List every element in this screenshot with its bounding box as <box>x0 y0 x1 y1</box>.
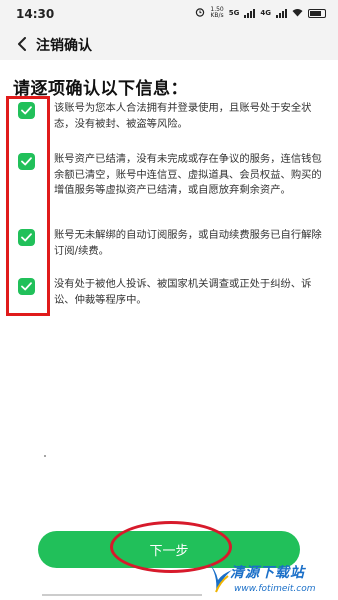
signal-label-2: 4G <box>260 9 271 17</box>
back-arrow-icon[interactable] <box>12 34 32 54</box>
battery-icon <box>308 8 326 18</box>
divider-dot <box>44 455 46 457</box>
network-speed: 1.50 KB/s <box>210 7 223 19</box>
signal-bars-2-icon <box>276 8 287 18</box>
alarm-icon <box>195 7 205 19</box>
watermark-url: www.fotimeit.com <box>234 584 316 594</box>
watermark: 清源下载站 www.fotimeit.com <box>204 560 338 600</box>
checklist-item-text: 账号资产已结清，没有未完成或存在争议的服务，连信钱包余额已清空，账号中连信豆、虚… <box>54 153 322 196</box>
status-icons: 1.50 KB/s 5G 4G <box>195 7 326 19</box>
checklist-item[interactable]: 账号资产已结清，没有未完成或存在争议的服务，连信钱包余额已清空，账号中连信豆、虚… <box>18 152 328 199</box>
checklist-item[interactable]: 没有处于被他人投诉、被国家机关调查或正处于纠纷、诉讼、仲裁等程序中。 <box>18 277 328 308</box>
checklist-item[interactable]: 账号无未解绑的自动订阅服务，或自动续费服务已自行解除订阅/续费。 <box>18 228 328 259</box>
checklist-item[interactable]: 该账号为您本人合法拥有并登录使用，且账号处于安全状态，没有被封、被盗等风险。 <box>18 101 328 132</box>
page-title: 注销确认 <box>36 38 92 54</box>
wifi-icon <box>292 8 303 19</box>
signal-label: 5G <box>228 9 240 17</box>
checklist-item-text: 该账号为您本人合法拥有并登录使用，且账号处于安全状态，没有被封、被盗等风险。 <box>54 102 312 130</box>
signal-bars-icon <box>244 8 256 18</box>
watermark-title: 清源下载站 <box>230 565 305 581</box>
checklist-item-text: 账号无未解绑的自动订阅服务，或自动续费服务已自行解除订阅/续费。 <box>54 229 322 257</box>
network-speed-unit: KB/s <box>210 12 224 19</box>
annotation-box <box>6 96 50 316</box>
status-bar: 14:30 1.50 KB/s 5G 4G <box>0 0 338 28</box>
home-indicator <box>42 594 202 596</box>
status-time: 14:30 <box>16 7 55 21</box>
checklist-item-text: 没有处于被他人投诉、被国家机关调查或正处于纠纷、诉讼、仲裁等程序中。 <box>54 278 312 306</box>
header-bar: 注销确认 <box>0 28 338 60</box>
